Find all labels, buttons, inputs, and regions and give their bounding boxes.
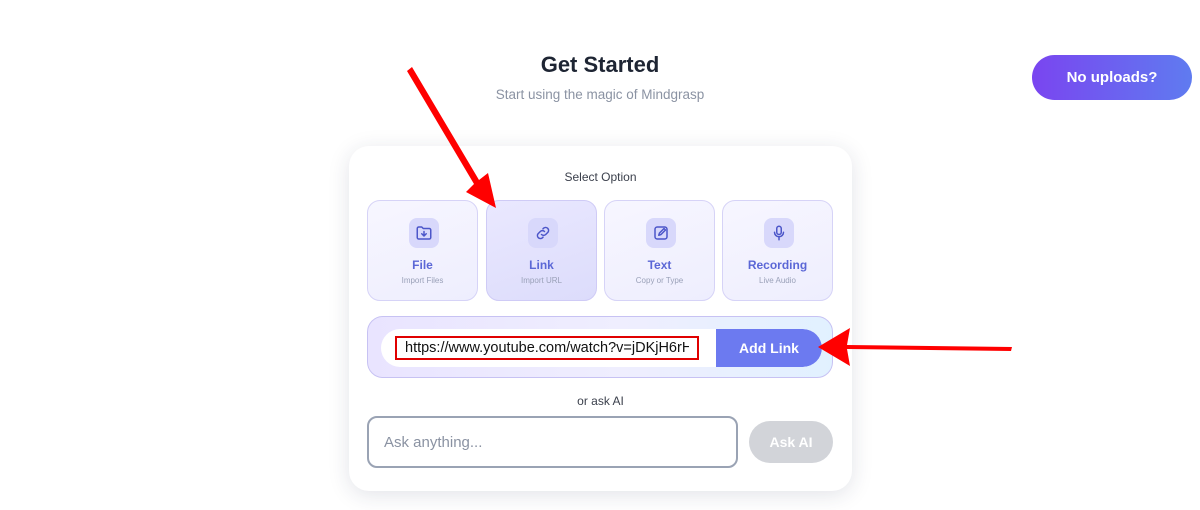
option-recording-subtitle: Live Audio: [759, 276, 796, 285]
microphone-icon: [764, 218, 794, 248]
option-file-subtitle: Import Files: [401, 276, 444, 285]
edit-icon: [646, 218, 676, 248]
add-link-button[interactable]: Add Link: [716, 329, 822, 367]
option-text[interactable]: Text Copy or Type: [604, 200, 715, 301]
option-recording[interactable]: Recording Live Audio: [722, 200, 833, 301]
ask-anything-input[interactable]: [367, 416, 738, 468]
option-link-title: Link: [529, 258, 554, 272]
option-text-subtitle: Copy or Type: [635, 276, 684, 285]
link-panel: Add Link: [367, 316, 833, 378]
option-file-title: File: [412, 258, 433, 272]
get-started-card: Select Option File Import Files Link Imp…: [349, 146, 852, 491]
link-icon: [528, 218, 558, 248]
option-text-title: Text: [647, 258, 672, 272]
or-ask-ai-label: or ask AI: [577, 394, 624, 408]
link-input-row: Add Link: [381, 329, 822, 367]
no-uploads-button[interactable]: No uploads?: [1032, 55, 1192, 100]
page-subtitle: Start using the magic of Mindgrasp: [495, 87, 705, 102]
folder-import-icon: [409, 218, 439, 248]
option-file[interactable]: File Import Files: [367, 200, 478, 301]
option-link-subtitle: Import URL: [521, 276, 562, 285]
url-input[interactable]: [395, 336, 699, 360]
option-recording-title: Recording: [747, 258, 808, 272]
page-title: Get Started: [540, 52, 660, 77]
option-link[interactable]: Link Import URL: [486, 200, 597, 301]
ask-ai-button[interactable]: Ask AI: [749, 421, 833, 463]
select-option-label: Select Option: [564, 170, 637, 184]
